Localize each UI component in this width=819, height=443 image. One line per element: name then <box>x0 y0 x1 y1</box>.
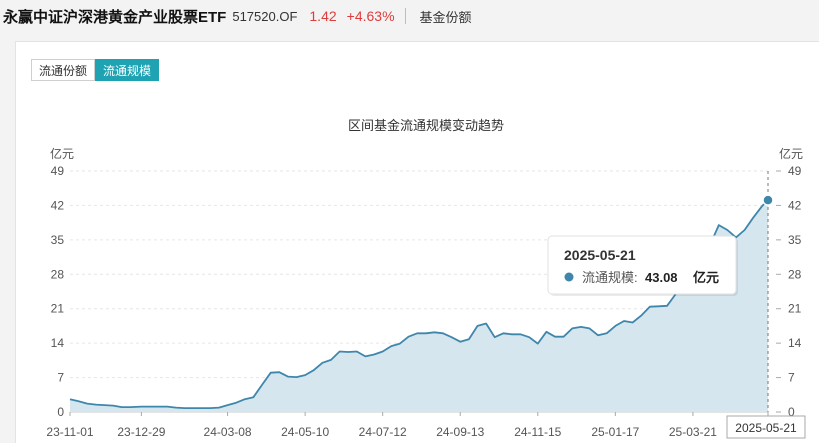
tooltip-marker <box>564 272 574 282</box>
x-tick-label: 24-03-08 <box>204 425 252 439</box>
y-tick-label-left: 21 <box>51 302 65 316</box>
tooltip-unit: 亿元 <box>693 270 719 285</box>
x-tick-label: 25-03-21 <box>669 425 717 439</box>
area-chart: 区间基金流通规模变动趋势 亿元 亿元 0 07 714 1421 2128 2835 354… <box>46 118 806 439</box>
y-tick-label-right: 14 <box>788 336 802 350</box>
x-tick-label: 24-07-12 <box>359 425 407 439</box>
y-tick-label-left: 49 <box>51 164 65 178</box>
crosshair-date-label: 2025-05-21 <box>735 421 797 435</box>
y-tick-label-left: 35 <box>51 233 65 247</box>
y-tick-label-left: 0 <box>57 405 64 419</box>
tooltip-value: 43.08 <box>645 270 678 285</box>
y-tick-label-left: 28 <box>51 267 65 281</box>
tooltip-box <box>547 235 737 295</box>
y-tick-label-right: 7 <box>788 371 795 385</box>
tooltip-date: 2025-05-21 <box>564 247 636 263</box>
y-tick-label-right: 28 <box>788 267 802 281</box>
x-tick-label: 24-05-10 <box>281 425 329 439</box>
x-tick-label: 24-09-13 <box>436 425 484 439</box>
y-tick-label-right: 49 <box>788 164 802 178</box>
highlight-point <box>762 194 774 206</box>
y-unit-right: 亿元 <box>779 146 803 161</box>
y-unit-left: 亿元 <box>50 146 74 161</box>
y-tick-label-left: 42 <box>51 198 65 212</box>
x-tick-label: 25-01-17 <box>591 425 639 439</box>
y-tick-label-right: 42 <box>788 198 802 212</box>
x-tick-label: 23-11-01 <box>46 425 93 439</box>
y-tick-label-left: 14 <box>51 336 65 350</box>
tooltip-label: 流通规模: <box>582 270 638 285</box>
y-tick-label-right: 21 <box>788 302 802 316</box>
x-tick-label: 23-12-29 <box>117 425 165 439</box>
x-tick-label: 24-11-15 <box>514 425 561 439</box>
y-tick-label-right: 35 <box>788 233 802 247</box>
y-tick-label-left: 7 <box>57 371 64 385</box>
chart-title: 区间基金流通规模变动趋势 <box>348 118 504 133</box>
